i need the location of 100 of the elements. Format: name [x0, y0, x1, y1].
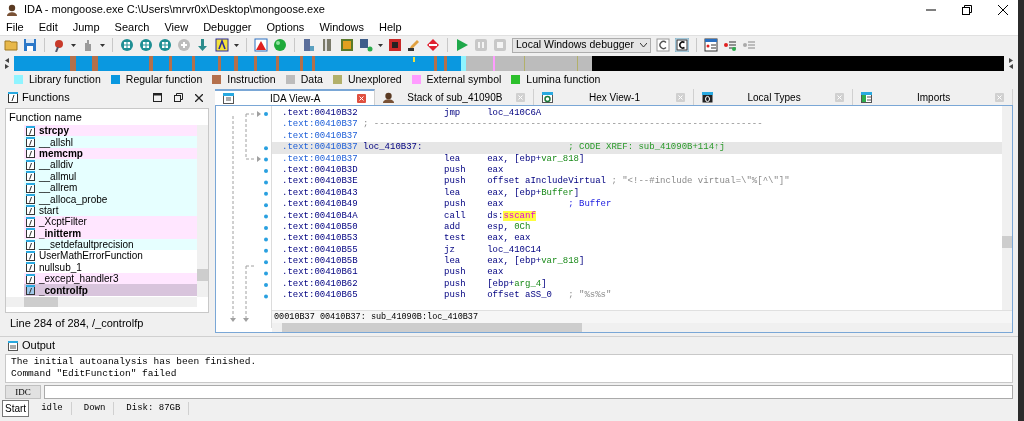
function-icon	[26, 216, 35, 227]
panel-title: Output	[22, 338, 56, 354]
function-row[interactable]: _initterm	[24, 227, 197, 239]
vertical-scrollbar[interactable]	[197, 125, 208, 297]
vertical-scrollbar[interactable]	[1002, 106, 1012, 310]
down-arrow-icon[interactable]	[196, 38, 210, 52]
c-box-icon[interactable]	[655, 38, 670, 52]
menu-item[interactable]: File	[6, 18, 24, 36]
graph-icon[interactable]	[120, 38, 134, 52]
function-row[interactable]: __allmul	[24, 170, 197, 182]
mnemonic: push	[444, 164, 467, 176]
square-icon[interactable]	[388, 38, 402, 52]
navigation-band-drawing[interactable]	[13, 55, 1005, 71]
operands: offset aIncludeVirtual	[487, 176, 608, 188]
mnemonic: jmp	[444, 108, 462, 120]
function-icon	[26, 182, 35, 193]
address: .text:00410B49	[282, 199, 359, 211]
float-icon[interactable]	[174, 93, 183, 102]
close-icon[interactable]	[195, 93, 203, 102]
address: .text:00410B3E	[282, 176, 359, 188]
operands: eax	[487, 267, 505, 279]
operands: loc_410C6A	[487, 108, 543, 120]
scroll-arrows-icon[interactable]	[4, 57, 10, 69]
imports-icon	[861, 91, 873, 103]
address: .text:00410B53	[282, 233, 359, 245]
menu-item[interactable]: Options	[266, 18, 305, 36]
mnemonic: lea	[444, 187, 462, 199]
mnemonic: test	[444, 233, 467, 245]
c-box-icon[interactable]	[674, 38, 689, 52]
function-list-icon	[8, 92, 18, 103]
play-icon[interactable]	[455, 38, 469, 52]
list-icon[interactable]	[722, 38, 737, 52]
operands: esp, 0Ch	[487, 221, 532, 234]
list-icon[interactable]	[703, 38, 718, 52]
function-row[interactable]: __alloca_probe	[24, 193, 197, 205]
operands: [ebp+arg_4]	[487, 278, 548, 290]
folder-icon[interactable]	[4, 38, 18, 52]
mnemonic: push	[444, 290, 467, 302]
status-text: idle	[41, 401, 72, 416]
menu-item[interactable]: Windows	[319, 18, 364, 36]
pin-icon[interactable]	[52, 38, 66, 52]
triangle-icon[interactable]	[254, 38, 268, 52]
address: .text:00410B62	[282, 278, 359, 291]
function-row[interactable]: _except_handler3	[24, 273, 197, 285]
caret-icon[interactable]	[100, 43, 105, 47]
ball-icon[interactable]	[273, 38, 287, 52]
scroll-arrows-icon[interactable]	[1008, 57, 1014, 69]
idc-button[interactable]: IDC	[5, 385, 41, 399]
column-header[interactable]: Function name	[6, 108, 82, 126]
operands: offset aSS_0	[487, 290, 553, 302]
menu-item[interactable]: Jump	[72, 18, 100, 36]
function-row[interactable]: __allshl	[24, 136, 197, 148]
chip-icon[interactable]	[340, 38, 354, 52]
horizontal-scrollbar[interactable]	[272, 323, 1012, 332]
hex-view-icon	[542, 91, 554, 103]
function-row[interactable]: _XcptFilter	[24, 216, 197, 228]
menu-item[interactable]: Search	[114, 18, 150, 36]
function-icon	[26, 228, 35, 239]
command-input-field[interactable]	[44, 385, 1013, 399]
debugger-dropdown[interactable]: Local Windows debugger	[512, 37, 651, 53]
legend-label: Library function	[29, 71, 101, 87]
function-icon	[26, 205, 35, 216]
menu-item[interactable]: Help	[379, 18, 402, 36]
mnemonic: jz	[444, 244, 456, 256]
restore-icon[interactable]	[962, 4, 972, 15]
function-icon	[26, 273, 35, 284]
stop-sign-icon[interactable]	[426, 38, 440, 52]
menu-item[interactable]: Debugger	[203, 18, 252, 36]
status-text: Down	[83, 401, 115, 416]
app-icon	[6, 3, 18, 16]
tab[interactable]: IDA View-A	[215, 89, 375, 105]
maximize-icon[interactable]	[153, 93, 162, 102]
caret-icon[interactable]	[71, 43, 76, 47]
address: .text:00410B61	[282, 267, 359, 279]
menu-item[interactable]: View	[164, 18, 189, 36]
start-tooltip: Start	[2, 400, 30, 417]
mnemonic: push	[444, 199, 467, 211]
graph-icon[interactable]	[158, 38, 172, 52]
horizontal-scrollbar[interactable]	[6, 297, 197, 307]
caret-icon[interactable]	[234, 43, 239, 47]
address: .text:00410B65	[282, 290, 359, 302]
function-row[interactable]: _controlfp	[24, 284, 197, 296]
status-text: Disk: 87GB	[126, 401, 190, 416]
pencil-icon[interactable]	[407, 38, 421, 52]
legend-label: Regular function	[125, 71, 203, 87]
save-icon[interactable]	[23, 38, 37, 52]
address: .text:00410B5B	[282, 256, 359, 268]
function-icon	[26, 159, 35, 170]
function-row[interactable]: __alldiv	[24, 159, 197, 171]
close-icon[interactable]	[998, 4, 1008, 15]
graph-icon[interactable]	[139, 38, 153, 52]
status-text: Line 284 of 284, /_controlfp	[10, 315, 144, 331]
function-row[interactable]: strcpy	[24, 125, 197, 137]
operands: eax, [ebp+var_818]	[487, 256, 586, 268]
caret-icon[interactable]	[378, 43, 383, 47]
operands: eax, eax	[487, 233, 532, 245]
comment: ; Buffer	[568, 199, 612, 211]
code-label: loc_410B37:	[363, 142, 424, 154]
output-log: The initial autoanalysis has been finished. Command "EditFunction" failed	[5, 354, 1013, 383]
menu-item[interactable]: Edit	[38, 18, 58, 36]
